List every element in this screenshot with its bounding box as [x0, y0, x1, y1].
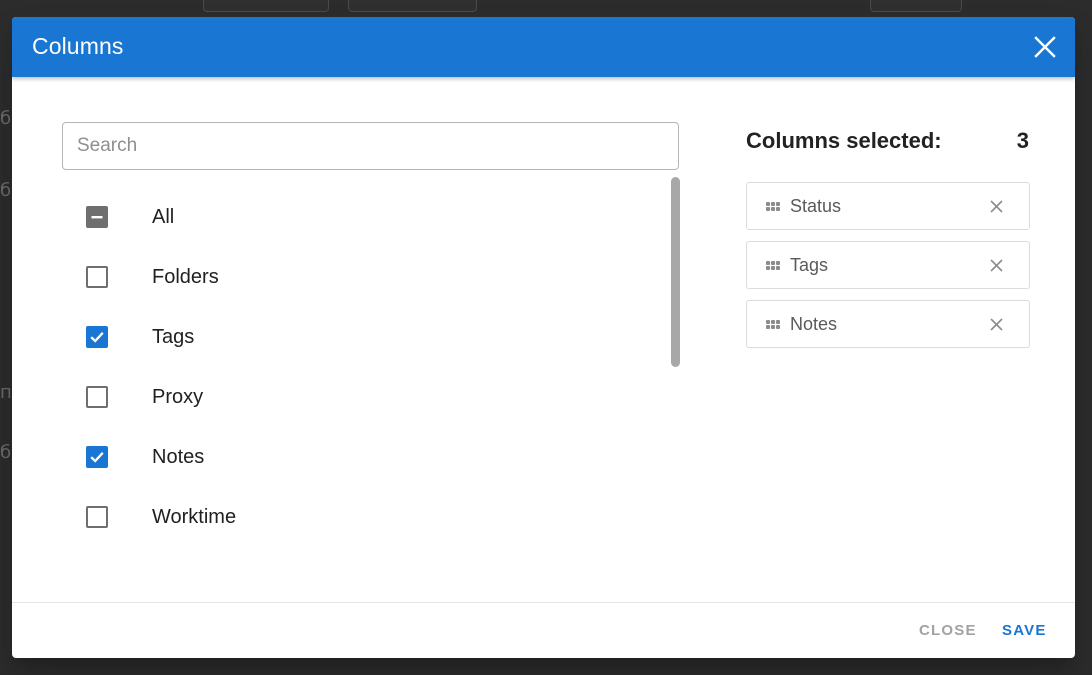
- close-button[interactable]: CLOSE: [919, 622, 977, 639]
- drag-handle-icon[interactable]: [766, 202, 780, 211]
- dialog-header: Columns: [12, 17, 1075, 77]
- column-label: Notes: [152, 445, 205, 468]
- background-text-fragment: б: [0, 442, 12, 463]
- column-item-worktime[interactable]: Worktime: [62, 487, 672, 547]
- column-list-scrollbar[interactable]: [671, 177, 680, 367]
- column-label: All: [152, 205, 175, 228]
- remove-icon[interactable]: [990, 200, 1003, 213]
- column-item-proxy[interactable]: Proxy: [62, 367, 672, 427]
- checkbox-all[interactable]: [86, 206, 108, 228]
- dialog-title: Columns: [32, 33, 124, 59]
- selected-column-label: Status: [790, 195, 842, 216]
- column-label: Proxy: [152, 385, 204, 408]
- background-text-fragment: б: [0, 108, 12, 129]
- selected-column-item[interactable]: Tags: [746, 241, 1030, 289]
- footer-divider: [12, 602, 1075, 603]
- columns-selected-count: 3: [1016, 128, 1029, 153]
- remove-icon[interactable]: [990, 318, 1003, 331]
- search-input[interactable]: [63, 123, 678, 169]
- column-label: Worktime: [152, 505, 237, 528]
- checkbox-tags[interactable]: [86, 326, 108, 348]
- checkbox-folders[interactable]: [86, 266, 108, 288]
- drag-handle-icon[interactable]: [766, 320, 780, 329]
- selected-columns-list: Status Tags Notes: [746, 182, 1030, 359]
- columns-dialog: Columns All Folders: [12, 17, 1075, 658]
- selected-column-label: Tags: [790, 254, 829, 275]
- column-list: All Folders Tags Proxy Notes Worktime: [62, 187, 672, 547]
- checkbox-proxy[interactable]: [86, 386, 108, 408]
- selected-column-item[interactable]: Notes: [746, 300, 1030, 348]
- check-icon: [90, 332, 104, 343]
- background-text-fragment: б: [0, 180, 12, 201]
- remove-icon[interactable]: [990, 259, 1003, 272]
- selected-column-label: Notes: [790, 313, 838, 334]
- close-icon[interactable]: [1033, 35, 1057, 59]
- background-button: [203, 0, 329, 12]
- check-icon: [90, 452, 104, 463]
- drag-handle-icon[interactable]: [766, 261, 780, 270]
- column-item-tags[interactable]: Tags: [62, 307, 672, 367]
- column-item-notes[interactable]: Notes: [62, 427, 672, 487]
- search-field[interactable]: [62, 122, 679, 170]
- background-button: [870, 0, 962, 12]
- column-item-all[interactable]: All: [62, 187, 672, 247]
- background-text-fragment: п: [0, 382, 12, 403]
- minus-icon: [91, 216, 103, 219]
- column-label: Tags: [152, 325, 195, 348]
- background-button: [348, 0, 477, 12]
- column-label: Folders: [152, 265, 219, 288]
- selected-column-item[interactable]: Status: [746, 182, 1030, 230]
- columns-selected-title: Columns selected:: [746, 128, 942, 153]
- checkbox-worktime[interactable]: [86, 506, 108, 528]
- checkbox-notes[interactable]: [86, 446, 108, 468]
- column-item-folders[interactable]: Folders: [62, 247, 672, 307]
- save-button[interactable]: SAVE: [1002, 622, 1047, 639]
